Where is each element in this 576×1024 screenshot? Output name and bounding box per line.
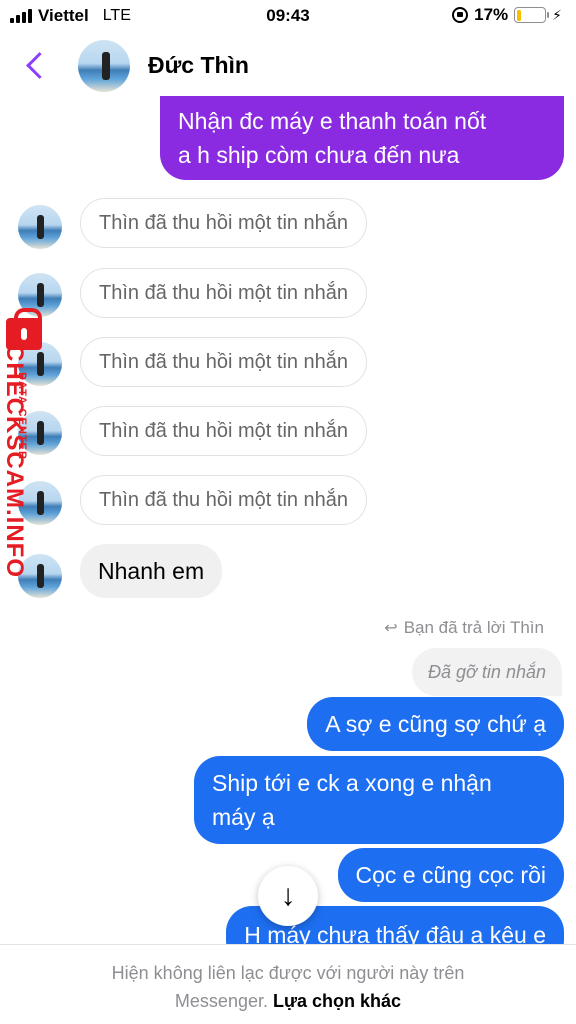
reply-indicator: ↩ Bạn đã trả lời Thìn [384,618,544,638]
scroll-down-button[interactable]: ↓ [258,866,318,926]
message-bubble-in[interactable]: Nhanh em [80,544,223,598]
contact-avatar[interactable] [18,205,62,249]
battery-fill [516,9,522,21]
unsent-message[interactable]: Thìn đã thu hồi một tin nhắn [80,198,368,248]
notice-line-2: Messenger. Lựa chọn khác [0,987,576,1015]
contact-avatar[interactable] [78,40,130,92]
battery-icon [514,7,550,23]
message-bubble-out[interactable]: Nhận đc máy e thanh toán nốt a h ship cò… [160,96,564,180]
blocked-notice-bar: Hiện không liên lạc được với người này t… [0,944,576,1024]
chat-header: Đức Thìn [0,32,576,100]
message-bubble-out[interactable]: A sợ e cũng sợ chứ ạ [307,697,564,751]
unsent-message[interactable]: Thìn đã thu hồi một tin nhắn [80,268,368,318]
notice-end: Messenger. [174,991,268,1011]
reply-arrow-icon: ↩ [384,620,398,637]
message-bubble-out[interactable]: Ship tới e ck a xong e nhận máy ạ [194,756,564,844]
battery-percent: 17% [474,5,509,24]
watermark-title: CHECKSCAM.INFO [1,344,28,578]
removed-message[interactable]: Đã gỡ tin nhắn [412,648,562,696]
arrow-down-icon: ↓ [280,879,296,912]
message-bubble-out[interactable]: Cọc e cũng cọc rồi [337,848,564,902]
unsent-message[interactable]: Thìn đã thu hồi một tin nhắn [80,337,368,387]
reply-note-text: Bạn đã trả lời Thìn [403,618,544,637]
unsent-message[interactable]: Thìn đã thu hồi một tin nhắn [80,406,368,456]
status-bar: Viettel LTE 09:43 17% ⚡ [0,0,576,32]
notice-line-1: Hiện không liên lạc được với người này t… [111,963,465,983]
back-chevron-icon[interactable] [22,48,52,84]
rotation-lock-icon [452,7,469,23]
watermark: DATA CENTER CHECKSCAM.INFO [1,308,68,590]
status-right: 17% ⚡ [452,5,562,25]
other-options-link[interactable]: Lựa chọn khác [273,991,401,1011]
charging-icon: ⚡ [552,6,562,23]
unsent-message[interactable]: Thìn đã thu hồi một tin nhắn [80,475,368,525]
contact-name[interactable]: Đức Thìn [148,52,249,79]
